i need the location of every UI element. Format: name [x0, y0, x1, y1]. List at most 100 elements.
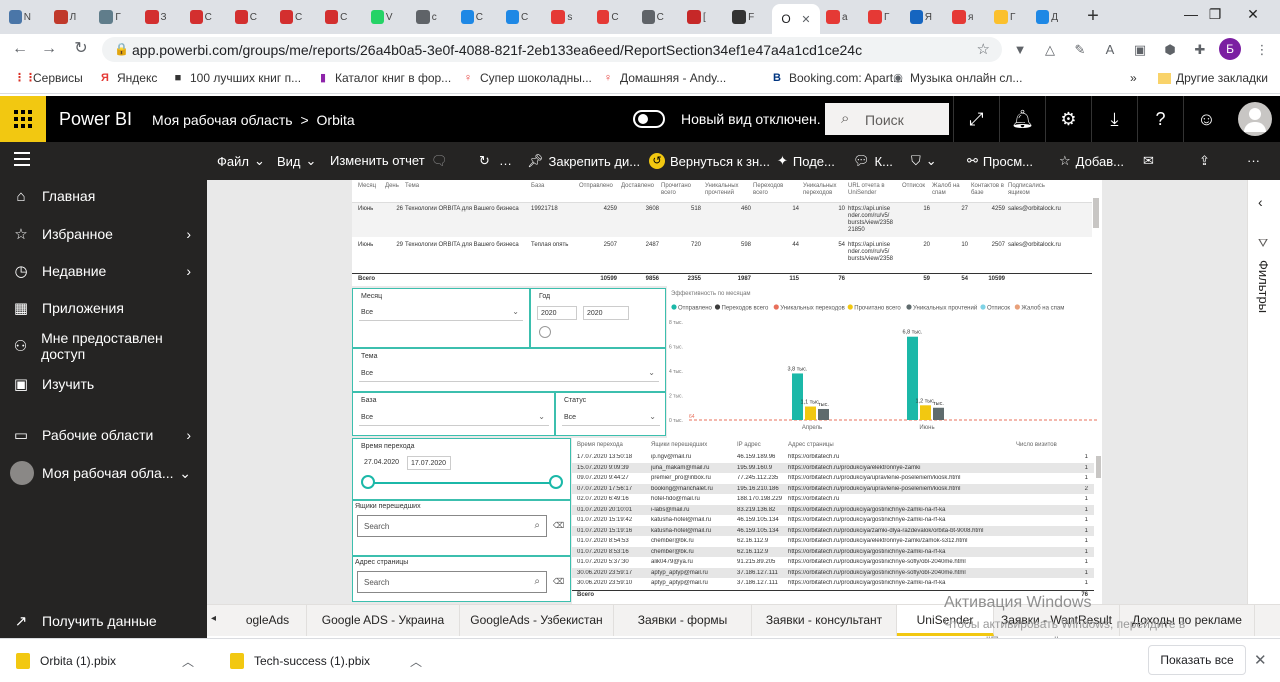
browser-tab[interactable]: V [370, 5, 393, 29]
close-downloads-icon[interactable]: ✕ [1254, 651, 1267, 669]
view-menu[interactable]: Вид ⌄ [277, 153, 316, 169]
breadcrumb-workspace[interactable]: Моя рабочая область [152, 112, 293, 128]
browser-tab[interactable]: Д [1036, 5, 1058, 29]
more-dots[interactable]: … [499, 153, 512, 168]
filters-pane[interactable]: ‹ ⛛ Фильтры [1247, 180, 1280, 604]
legend-label[interactable]: Переходов всего [722, 306, 770, 312]
browser-tab[interactable]: С [189, 5, 212, 29]
chart-bar[interactable] [920, 405, 931, 420]
download-item[interactable]: Tech-success (1).pbix ︿ [230, 647, 422, 675]
legend-label[interactable]: Уникальных переходов [780, 306, 845, 312]
chevron-right-icon[interactable]: › [186, 263, 191, 279]
browser-tab[interactable]: З [144, 5, 167, 29]
nav-item[interactable]: ☆ Избранное › [0, 216, 207, 252]
comment-icon[interactable]: 🗨︎ [431, 153, 448, 169]
collapse-chevron-icon[interactable]: ‹ [1258, 194, 1263, 210]
menu-dots-icon[interactable]: ⋮ [1254, 42, 1270, 58]
browser-tab[interactable]: Г [868, 5, 890, 29]
shield-icon[interactable]: ⬢ [1162, 42, 1178, 58]
nav-item[interactable]: ▭ Рабочие области › [0, 417, 207, 453]
browser-tab[interactable]: F [732, 5, 754, 29]
base-dropdown[interactable]: Все ⌄ [359, 410, 549, 426]
user-avatar[interactable] [1238, 102, 1272, 136]
page-url-search-input[interactable]: Search ⌕ [357, 571, 547, 593]
browser-tab[interactable]: Л [54, 5, 76, 29]
browser-tab[interactable]: с [415, 5, 438, 29]
browser-tab[interactable]: Г [994, 5, 1016, 29]
page-tab[interactable]: Заявки - консультант [752, 605, 897, 636]
puzzle-icon[interactable]: ✚ [1192, 42, 1208, 58]
table-header[interactable]: Контактов в базе [971, 183, 1005, 197]
theme-dropdown[interactable]: Все ⌄ [359, 366, 659, 382]
legend-label[interactable]: Прочитано всего [854, 306, 901, 312]
table-header[interactable]: Тема [405, 183, 525, 190]
table-header[interactable]: IP адрес [737, 442, 785, 449]
status-dropdown[interactable]: Все ⌄ [562, 410, 660, 426]
tab-close-icon[interactable]: ✕ [801, 13, 810, 26]
table-header[interactable]: Жалоб на спам [932, 183, 968, 197]
extension-icon[interactable]: A [1102, 42, 1118, 58]
notifications-icon[interactable]: 🔔︎ [999, 96, 1045, 142]
browser-tab[interactable]: N [9, 5, 31, 29]
lineage-view-button[interactable]: ⚯ Просм... [967, 153, 1033, 169]
chart-bar[interactable] [792, 373, 803, 420]
table-scrollbar[interactable] [1093, 198, 1099, 228]
edit-report-button[interactable]: Изменить отчет [330, 153, 425, 168]
close-window-icon[interactable]: ✕ [1238, 6, 1268, 23]
date-slider-handle-end[interactable] [549, 475, 563, 489]
table-header[interactable]: Число визитов [1016, 442, 1088, 449]
table-header[interactable]: Отправлено [579, 183, 617, 190]
show-all-downloads-button[interactable]: Показать все [1148, 645, 1246, 675]
export-icon[interactable]: ⇪ [1199, 153, 1210, 169]
eraser-icon[interactable]: ⌫ [553, 577, 564, 586]
extension-icon[interactable]: ▼ [1012, 42, 1028, 58]
browser-tab[interactable]: [ [687, 5, 709, 29]
browser-tab[interactable]: С [461, 5, 483, 29]
chart-bar[interactable] [933, 407, 944, 420]
extension-icon[interactable]: ▣ [1132, 42, 1148, 58]
feedback-smiley-icon[interactable]: ☺ [1183, 96, 1229, 142]
nav-item[interactable]: ▦ Приложения [0, 290, 207, 326]
legend-label[interactable]: Уникальных прочтений [913, 305, 977, 312]
fullscreen-icon[interactable]: ⤢ [953, 96, 999, 142]
legend-label[interactable]: Отправлено [678, 306, 713, 312]
new-view-toggle[interactable] [633, 110, 665, 128]
pin-live-page-button[interactable]: 📌︎ Закрепить ди... [527, 153, 640, 169]
eraser-icon[interactable]: ⌫ [553, 521, 564, 530]
bookmark-item[interactable]: ▮ Каталог книг в фор... [316, 71, 451, 85]
nav-item[interactable]: ▣ Изучить [0, 366, 207, 402]
back-icon[interactable]: ← [9, 39, 31, 61]
browser-tab[interactable]: s [551, 5, 573, 29]
chart-bar[interactable] [818, 408, 829, 420]
forward-icon[interactable]: → [38, 39, 60, 61]
extension-icon[interactable]: △ [1042, 42, 1058, 58]
year-to-input[interactable]: 2020 [583, 306, 629, 320]
address-bar[interactable]: 🔒 app.powerbi.com/groups/me/reports/26a4… [102, 37, 1002, 62]
download-icon[interactable]: ⤓ [1091, 96, 1137, 142]
tab-active-powerbi[interactable]: О ✕ [772, 4, 820, 34]
month-dropdown[interactable]: Все ⌄ [359, 305, 523, 321]
restore-icon[interactable]: ❐ [1200, 6, 1230, 23]
year-from-input[interactable]: 2020 [537, 306, 577, 320]
browser-tab[interactable]: Я [910, 5, 932, 29]
nav-item[interactable]: ◷ Недавние › [0, 253, 207, 289]
bookmark-item[interactable]: ◉ Музыка онлайн сл... [891, 71, 1022, 85]
reload-icon[interactable]: ↻ [70, 39, 92, 61]
table-header[interactable]: Переходов всего [753, 183, 799, 197]
chevron-up-icon[interactable]: ︿ [410, 653, 422, 670]
date-from-input[interactable]: 27.04.2020 [361, 456, 403, 470]
reset-default-button[interactable]: ↺ Вернуться к зн... [649, 153, 770, 169]
refresh-icon[interactable]: ↻ [479, 153, 490, 169]
browser-tab[interactable]: С [280, 5, 302, 29]
brand-title[interactable]: Power BI [59, 109, 132, 130]
new-tab-button[interactable]: + [1082, 5, 1104, 27]
page-tab[interactable]: ogleAds [229, 605, 307, 636]
browser-tab[interactable]: я [952, 5, 974, 29]
year-slider-handle[interactable] [539, 326, 551, 338]
browser-tab[interactable]: Г [99, 5, 121, 29]
browser-tab[interactable]: С [596, 5, 619, 29]
table-scrollbar[interactable] [1096, 456, 1101, 478]
date-to-input[interactable]: 17.07.2020 [407, 456, 451, 470]
browser-tab[interactable]: С [325, 5, 347, 29]
table-header[interactable]: Уникальных прочтений [705, 183, 751, 197]
